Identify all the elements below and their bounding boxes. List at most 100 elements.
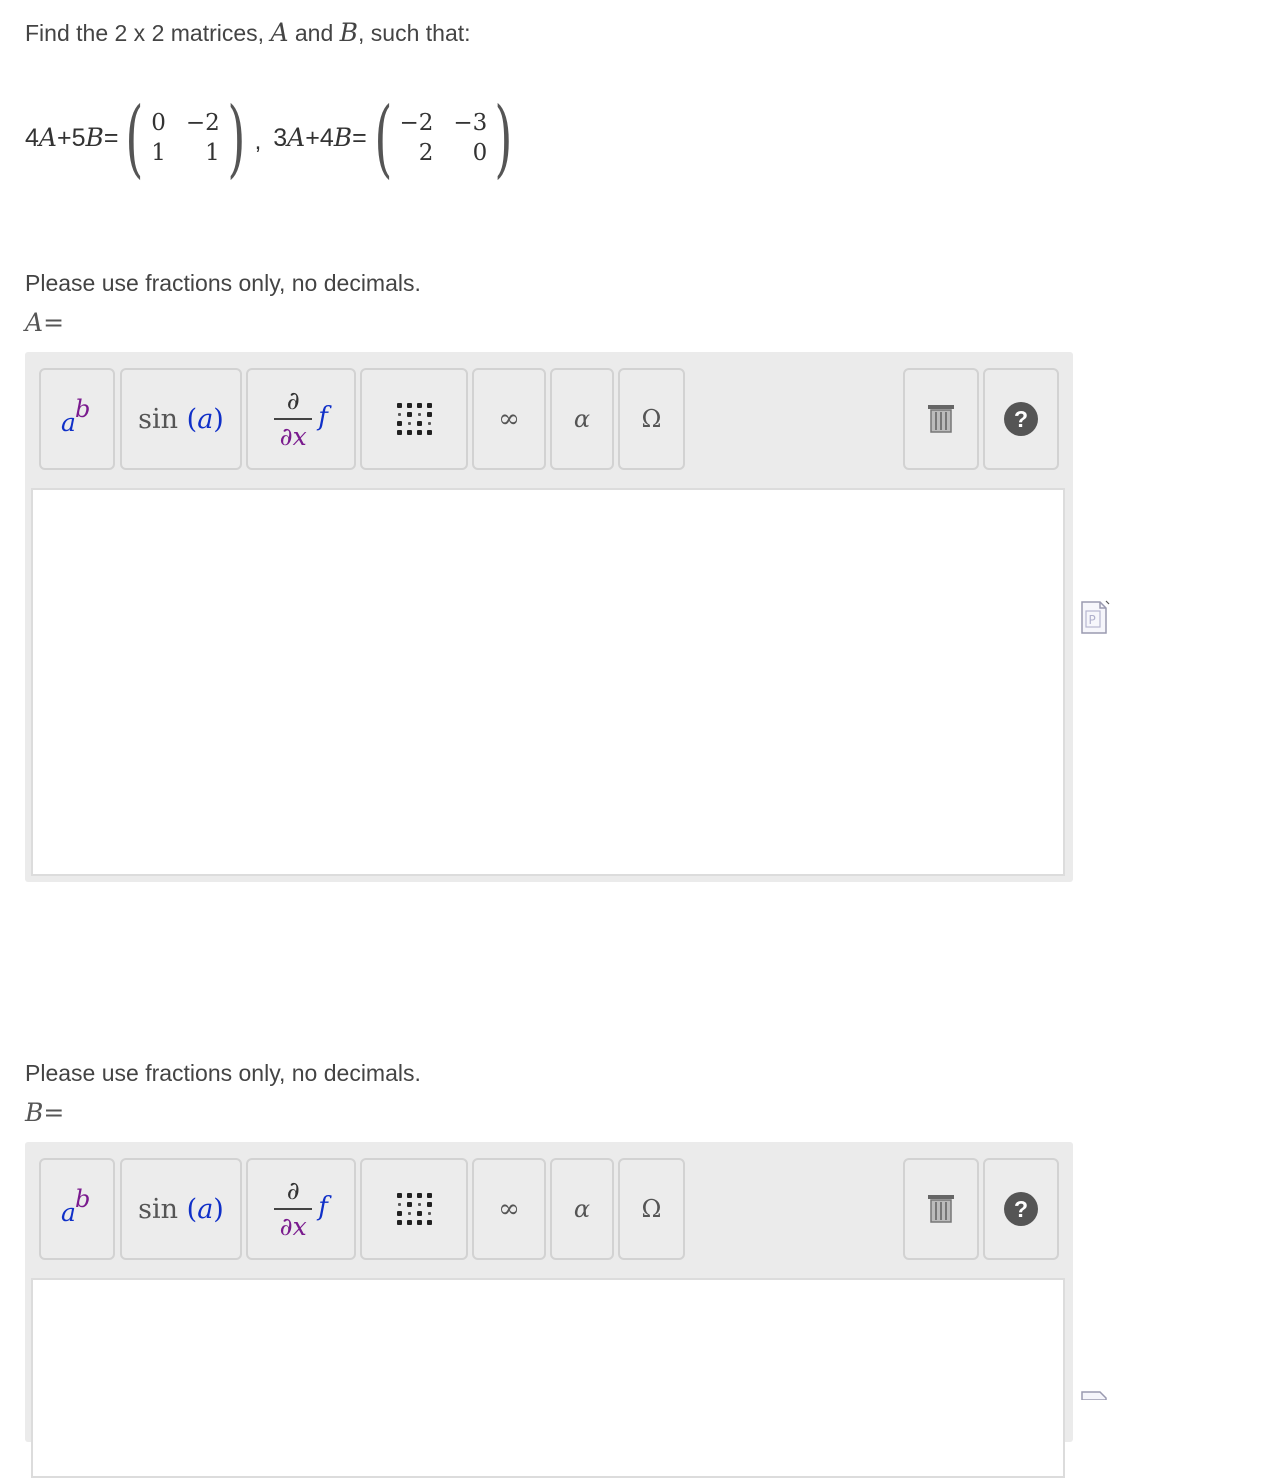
f: f bbox=[318, 1192, 328, 1222]
calculus-button[interactable]: ∂ ∂x f bbox=[246, 368, 356, 470]
f: f bbox=[318, 402, 328, 432]
question-middle: and bbox=[288, 20, 340, 46]
help-icon: ? bbox=[1004, 1192, 1038, 1226]
power-button[interactable]: ab bbox=[39, 1158, 115, 1260]
infinity-icon: ∞ bbox=[498, 404, 520, 434]
paren: ( bbox=[186, 403, 198, 435]
base: a bbox=[61, 1198, 76, 1227]
question-prefix: Find the 2 x 2 matrices, bbox=[25, 20, 271, 46]
editor-toolbar: ab sin (a) ∂ ∂x f ∞ α Ω ? bbox=[25, 352, 1073, 488]
greek-lower-button[interactable]: α bbox=[550, 368, 614, 470]
matrix-cell: −2 bbox=[399, 110, 434, 136]
matrix-button[interactable] bbox=[360, 1158, 468, 1260]
infinity-button[interactable]: ∞ bbox=[472, 368, 546, 470]
clear-button[interactable] bbox=[903, 1158, 979, 1260]
matrix-b-symbol: B bbox=[339, 18, 359, 47]
omega-icon: Ω bbox=[641, 405, 662, 433]
help-icon: ? bbox=[1004, 402, 1038, 436]
num: ∂ bbox=[286, 386, 300, 415]
clear-button[interactable] bbox=[903, 368, 979, 470]
equation-2-lhs: 3A+4B= bbox=[273, 123, 366, 153]
right-paren: ) bbox=[227, 89, 246, 187]
power-button[interactable]: ab bbox=[39, 368, 115, 470]
equation-system: 4A+5B= ( 0 −2 1 1 ) , 3A+4B= ( −2 −3 2 0… bbox=[25, 96, 520, 180]
preview-document-icon[interactable]: P bbox=[1080, 598, 1112, 636]
answer-input-b[interactable] bbox=[31, 1278, 1065, 1478]
matrix-icon bbox=[396, 1192, 433, 1226]
omega-icon: Ω bbox=[641, 1195, 662, 1223]
coef: 4 bbox=[319, 124, 334, 152]
trash-icon bbox=[928, 405, 954, 433]
paren: ) bbox=[213, 403, 224, 435]
equals: = bbox=[43, 1098, 65, 1127]
power-icon: ab bbox=[57, 395, 97, 439]
math-editor-b: ab sin (a) ∂ ∂x f ∞ α Ω ? bbox=[25, 1142, 1073, 1478]
paren: ) bbox=[213, 1193, 224, 1225]
matrix-cell: 1 bbox=[205, 140, 220, 166]
var: B bbox=[25, 1098, 44, 1127]
answer-label-a: A= bbox=[25, 308, 64, 337]
matrix-cell: 2 bbox=[418, 140, 434, 166]
matrix-cell: 0 bbox=[151, 110, 166, 136]
exp: b bbox=[75, 395, 91, 423]
base: a bbox=[61, 408, 76, 437]
var: A bbox=[38, 123, 57, 152]
greek-upper-button[interactable]: Ω bbox=[618, 368, 685, 470]
help-button[interactable]: ? bbox=[983, 1158, 1059, 1260]
coef: 3 bbox=[273, 124, 288, 152]
fn: sin bbox=[138, 1193, 179, 1225]
derivative-icon: ∂ ∂x f bbox=[274, 1176, 328, 1242]
function-button[interactable]: sin (a) bbox=[120, 368, 242, 470]
instruction-note: Please use fractions only, no decimals. bbox=[25, 1060, 421, 1086]
function-button[interactable]: sin (a) bbox=[120, 1158, 242, 1260]
instruction-note: Please use fractions only, no decimals. bbox=[25, 270, 421, 296]
equals: = bbox=[43, 308, 65, 337]
preview-document-icon[interactable] bbox=[1080, 1388, 1112, 1400]
alpha-icon: α bbox=[573, 405, 591, 433]
svg-text:P: P bbox=[1089, 613, 1096, 627]
calculus-button[interactable]: ∂ ∂x f bbox=[246, 1158, 356, 1260]
den: ∂x bbox=[279, 422, 307, 451]
plus: + bbox=[56, 124, 72, 152]
equals: = bbox=[352, 124, 367, 152]
coef: 4 bbox=[25, 124, 39, 152]
question-suffix: , such that: bbox=[358, 20, 471, 46]
matrix-a-symbol: A bbox=[270, 18, 289, 47]
equals: = bbox=[103, 124, 119, 152]
matrix-button[interactable] bbox=[360, 368, 468, 470]
fn: sin bbox=[138, 403, 179, 435]
greek-upper-button[interactable]: Ω bbox=[618, 1158, 685, 1260]
var: B bbox=[333, 123, 353, 152]
arg: a bbox=[197, 403, 214, 435]
editor-toolbar: ab sin (a) ∂ ∂x f ∞ α Ω ? bbox=[25, 1142, 1073, 1278]
equation-1-lhs: 4A+5B= bbox=[25, 123, 118, 153]
matrix-cell: −3 bbox=[453, 110, 488, 136]
left-paren: ( bbox=[125, 89, 144, 187]
alpha-icon: α bbox=[573, 1195, 591, 1223]
infinity-button[interactable]: ∞ bbox=[472, 1158, 546, 1260]
plus: + bbox=[305, 124, 320, 152]
den: ∂x bbox=[279, 1212, 307, 1241]
question-text: Find the 2 x 2 matrices, A and B, such t… bbox=[25, 18, 471, 47]
matrix-2: −2 −3 2 0 bbox=[400, 110, 488, 166]
answer-input-a[interactable] bbox=[31, 488, 1065, 876]
matrix-cell: −2 bbox=[185, 110, 220, 136]
right-paren: ) bbox=[494, 89, 513, 187]
exp: b bbox=[75, 1185, 91, 1213]
derivative-icon: ∂ ∂x f bbox=[274, 386, 328, 452]
matrix-1: 0 −2 1 1 bbox=[151, 110, 220, 166]
arg: a bbox=[197, 1193, 214, 1225]
trash-icon bbox=[928, 1195, 954, 1223]
var: A bbox=[25, 308, 44, 337]
help-button[interactable]: ? bbox=[983, 368, 1059, 470]
left-paren: ( bbox=[374, 89, 393, 187]
matrix-icon bbox=[396, 402, 433, 436]
paren: ( bbox=[186, 1193, 198, 1225]
math-editor-a: ab sin (a) ∂ ∂x f ∞ α Ω ? bbox=[25, 352, 1073, 882]
separator: , bbox=[254, 128, 262, 155]
var: A bbox=[287, 123, 306, 152]
infinity-icon: ∞ bbox=[498, 1194, 520, 1224]
greek-lower-button[interactable]: α bbox=[550, 1158, 614, 1260]
coef: 5 bbox=[71, 124, 86, 152]
matrix-cell: 1 bbox=[151, 140, 166, 166]
